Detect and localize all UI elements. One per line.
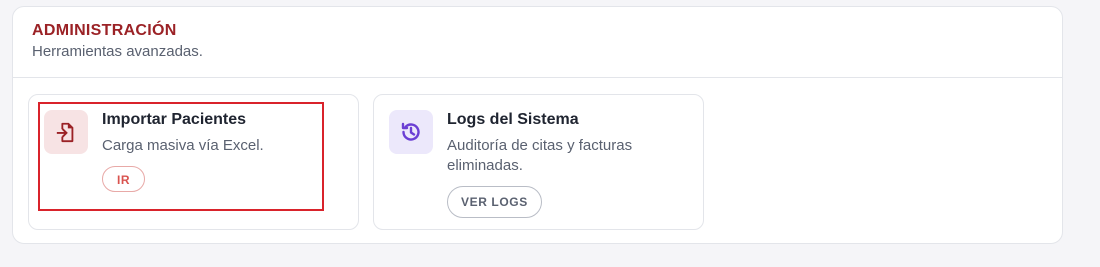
history-icon bbox=[389, 110, 433, 154]
section-title: ADMINISTRACIÓN bbox=[32, 22, 177, 39]
card-title: Importar Pacientes bbox=[102, 111, 247, 128]
file-import-icon bbox=[44, 110, 88, 154]
admin-panel: ADMINISTRACIÓN Herramientas avanzadas. I… bbox=[12, 6, 1063, 244]
go-button[interactable]: IR bbox=[102, 166, 146, 192]
view-logs-button[interactable]: VER LOGS bbox=[447, 186, 542, 218]
card-import-patients: Importar Pacientes Carga masiva vía Exce… bbox=[28, 94, 359, 230]
panel-header: ADMINISTRACIÓN Herramientas avanzadas. bbox=[13, 7, 1062, 78]
card-title: Logs del Sistema bbox=[447, 111, 579, 128]
card-description: Auditoría de citas y facturas eliminadas… bbox=[447, 137, 633, 174]
card-description: Carga masiva vía Excel. bbox=[102, 137, 264, 154]
section-subtitle: Herramientas avanzadas. bbox=[32, 43, 203, 60]
card-system-logs: Logs del Sistema Auditoría de citas y fa… bbox=[373, 94, 704, 230]
